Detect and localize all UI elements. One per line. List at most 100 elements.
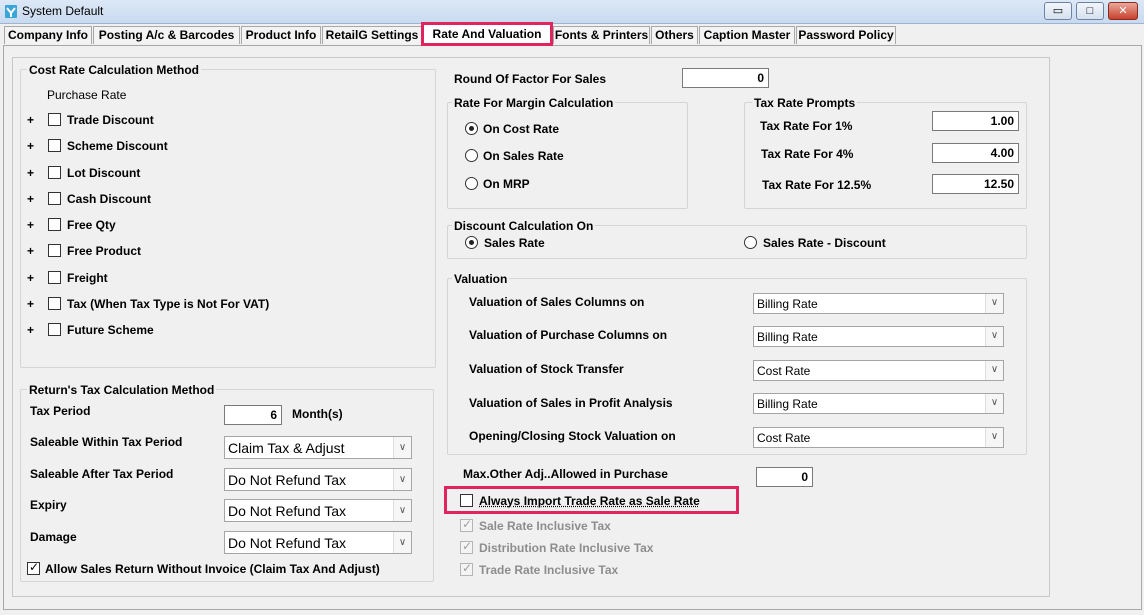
max-other-adj-input[interactable]: 0 <box>756 467 813 487</box>
expand-icon[interactable]: + <box>27 166 34 180</box>
tab-product-info[interactable]: Product Info <box>241 26 321 44</box>
on-sales-rate-radio[interactable] <box>465 149 478 162</box>
allow-return-label: Allow Sales Return Without Invoice (Clai… <box>45 562 380 576</box>
expand-icon[interactable]: + <box>27 271 34 285</box>
cash-discount-label: Cash Discount <box>67 192 152 206</box>
valuation-sales-select[interactable]: Billing Rate ∨ <box>753 293 1004 314</box>
on-cost-rate-radio[interactable] <box>465 122 478 135</box>
saleable-within-select[interactable]: Claim Tax & Adjust ∨ <box>224 436 412 459</box>
expiry-value: Do Not Refund Tax <box>228 503 347 519</box>
tax-4-input[interactable]: 4.00 <box>932 143 1019 163</box>
expand-icon[interactable]: + <box>27 139 34 153</box>
valuation-stock-transfer-select[interactable]: Cost Rate ∨ <box>753 360 1004 381</box>
chevron-down-icon[interactable]: ∨ <box>985 394 1003 413</box>
saleable-after-select[interactable]: Do Not Refund Tax ∨ <box>224 468 412 491</box>
trade-rate-inclusive-checkbox[interactable] <box>460 561 473 576</box>
tab-password-policy[interactable]: Password Policy <box>796 26 896 44</box>
on-mrp-radio[interactable] <box>465 177 478 190</box>
title-bar: System Default ▭ □ ✕ <box>0 0 1144 24</box>
minimize-button[interactable]: ▭ <box>1044 2 1072 20</box>
tax-label: Tax (When Tax Type is Not For VAT) <box>67 297 270 311</box>
on-cost-rate-label: On Cost Rate <box>483 122 560 136</box>
lot-discount-checkbox[interactable] <box>48 166 61 179</box>
free-qty-label: Free Qty <box>67 218 116 232</box>
future-scheme-label: Future Scheme <box>67 323 154 337</box>
distribution-rate-inclusive-checkbox[interactable] <box>460 539 473 554</box>
chevron-down-icon[interactable]: ∨ <box>985 327 1003 346</box>
max-other-adj-label: Max.Other Adj..Allowed in Purchase <box>463 467 668 481</box>
purchase-rate-label: Purchase Rate <box>47 88 127 102</box>
saleable-within-value: Claim Tax & Adjust <box>228 440 345 456</box>
tab-fonts-printers[interactable]: Fonts & Printers <box>553 26 650 44</box>
returns-tax-title: Return's Tax Calculation Method <box>27 383 217 397</box>
expand-icon[interactable]: + <box>27 323 34 337</box>
tax-period-input[interactable]: 6 <box>224 405 282 425</box>
sale-rate-inclusive-label: Sale Rate Inclusive Tax <box>479 519 611 533</box>
saleable-within-label: Saleable Within Tax Period <box>30 435 183 449</box>
future-scheme-checkbox[interactable] <box>48 323 61 336</box>
free-qty-checkbox[interactable] <box>48 218 61 231</box>
expand-icon[interactable]: + <box>27 192 34 206</box>
cost-rate-title: Cost Rate Calculation Method <box>27 63 202 77</box>
chevron-down-icon[interactable]: ∨ <box>985 294 1003 313</box>
tax-1-input[interactable]: 1.00 <box>932 111 1019 131</box>
damage-select[interactable]: Do Not Refund Tax ∨ <box>224 531 412 554</box>
discount-sales-rate-radio[interactable] <box>465 236 478 249</box>
expiry-label: Expiry <box>30 498 67 512</box>
freight-checkbox[interactable] <box>48 271 61 284</box>
expand-icon[interactable]: + <box>27 297 34 311</box>
saleable-after-label: Saleable After Tax Period <box>30 467 174 481</box>
damage-value: Do Not Refund Tax <box>228 535 347 551</box>
cash-discount-checkbox[interactable] <box>48 192 61 205</box>
chevron-down-icon[interactable]: ∨ <box>393 500 411 521</box>
valuation-purchase-value: Billing Rate <box>757 330 818 344</box>
scheme-discount-checkbox[interactable] <box>48 139 61 152</box>
expand-icon[interactable]: + <box>27 113 34 127</box>
minimize-icon: ▭ <box>1052 5 1064 17</box>
tax-1-label: Tax Rate For 1% <box>760 119 853 133</box>
valuation-purchase-label: Valuation of Purchase Columns on <box>469 328 668 342</box>
chevron-down-icon[interactable]: ∨ <box>393 469 411 490</box>
always-import-checkbox[interactable] <box>460 494 473 507</box>
trade-discount-checkbox[interactable] <box>48 113 61 126</box>
valuation-profit-select[interactable]: Billing Rate ∨ <box>753 393 1004 414</box>
trade-rate-inclusive-label: Trade Rate Inclusive Tax <box>479 563 619 577</box>
tax-checkbox[interactable] <box>48 297 61 310</box>
tab-others[interactable]: Others <box>651 26 698 44</box>
app-icon <box>5 5 17 18</box>
tax-12-5-label: Tax Rate For 12.5% <box>762 178 872 192</box>
close-icon: ✕ <box>1118 5 1128 17</box>
valuation-purchase-select[interactable]: Billing Rate ∨ <box>753 326 1004 347</box>
valuation-profit-value: Billing Rate <box>757 397 818 411</box>
round-off-input[interactable]: 0 <box>682 68 769 88</box>
expand-icon[interactable]: + <box>27 218 34 232</box>
chevron-down-icon[interactable]: ∨ <box>985 361 1003 380</box>
sale-rate-inclusive-checkbox[interactable] <box>460 517 473 532</box>
expand-icon[interactable]: + <box>27 244 34 258</box>
chevron-down-icon[interactable]: ∨ <box>393 532 411 553</box>
tab-rate-and-valuation[interactable]: Rate And Valuation <box>421 22 553 46</box>
discount-sales-rate-minus-radio[interactable] <box>744 236 757 249</box>
window-title: System Default <box>22 4 104 18</box>
tab-retailg-settings[interactable]: RetailG Settings <box>322 26 422 44</box>
on-sales-rate-label: On Sales Rate <box>483 149 564 163</box>
expiry-select[interactable]: Do Not Refund Tax ∨ <box>224 499 412 522</box>
tax-12-5-input[interactable]: 12.50 <box>932 174 1019 194</box>
chevron-down-icon[interactable]: ∨ <box>393 437 411 458</box>
tab-posting-barcodes[interactable]: Posting A/c & Barcodes <box>93 26 240 44</box>
always-import-label[interactable]: Always Import Trade Rate as Sale Rate <box>479 494 700 508</box>
discount-sales-rate-minus-label: Sales Rate - Discount <box>763 236 886 250</box>
tax-4-label: Tax Rate For 4% <box>761 147 854 161</box>
close-button[interactable]: ✕ <box>1108 2 1138 20</box>
tab-company-info[interactable]: Company Info <box>4 26 92 44</box>
chevron-down-icon[interactable]: ∨ <box>985 428 1003 447</box>
maximize-button[interactable]: □ <box>1076 2 1104 20</box>
tab-caption-master[interactable]: Caption Master <box>699 26 795 44</box>
trade-discount-label: Trade Discount <box>67 113 154 127</box>
free-product-checkbox[interactable] <box>48 244 61 257</box>
distribution-rate-inclusive-label: Distribution Rate Inclusive Tax <box>479 541 654 555</box>
allow-return-checkbox[interactable] <box>27 560 40 575</box>
valuation-title: Valuation <box>452 272 510 286</box>
valuation-opening-closing-select[interactable]: Cost Rate ∨ <box>753 427 1004 448</box>
valuation-profit-label: Valuation of Sales in Profit Analysis <box>469 396 673 410</box>
